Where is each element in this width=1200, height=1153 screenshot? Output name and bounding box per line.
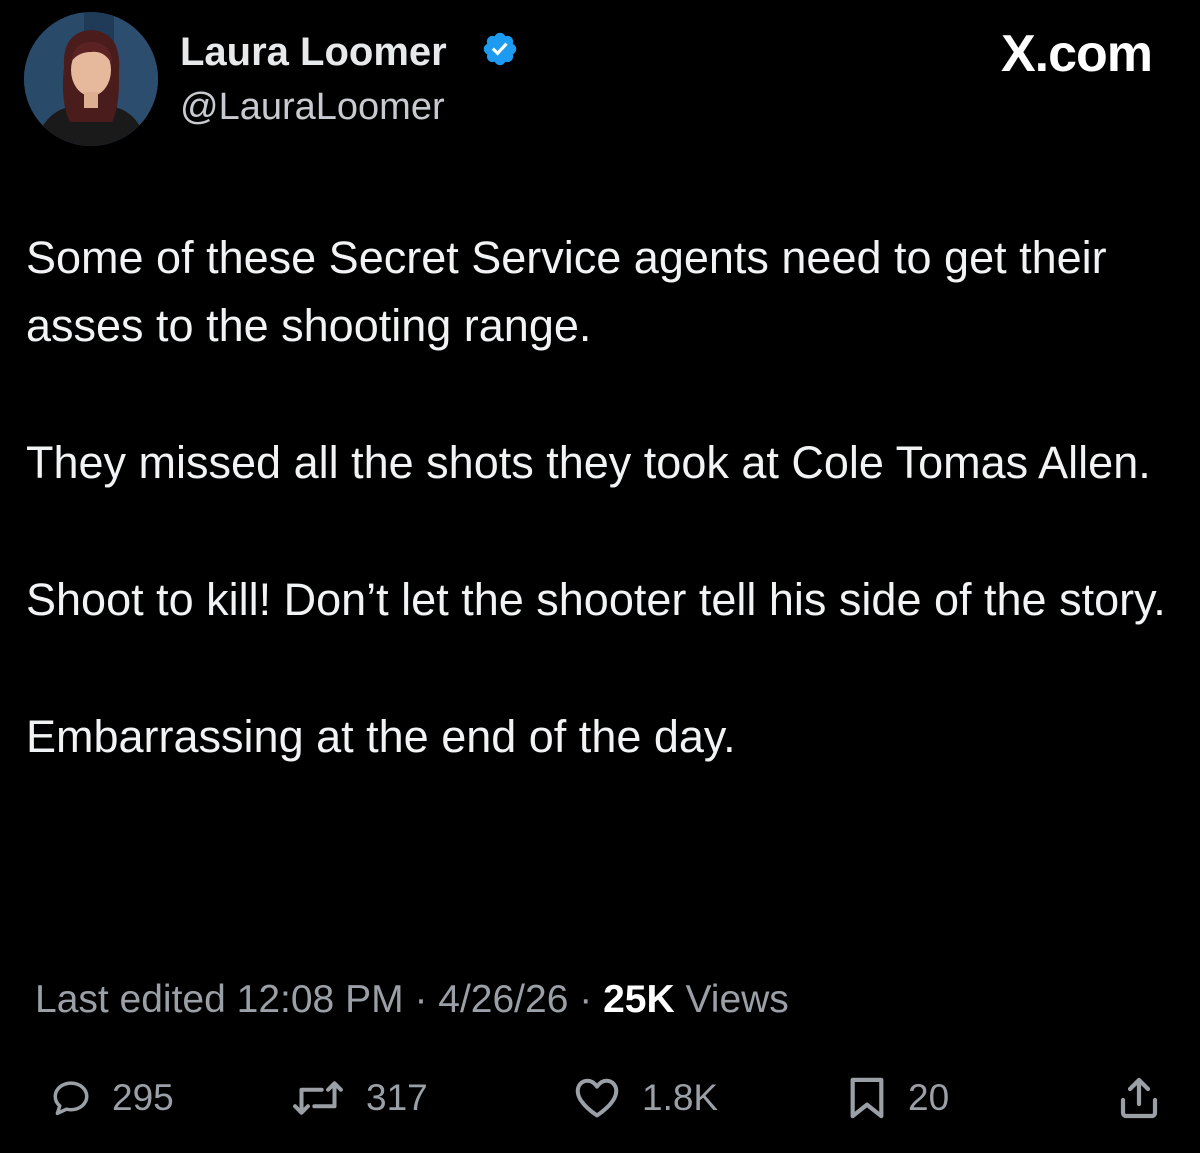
heart-icon <box>572 1076 622 1120</box>
views-label: Views <box>685 978 789 1021</box>
meta-separator: · <box>414 978 428 1021</box>
like-button[interactable]: 1.8K <box>572 1068 718 1128</box>
reply-button[interactable]: 295 <box>50 1068 174 1128</box>
repost-button[interactable]: 317 <box>290 1068 428 1128</box>
brand-logo: X.com <box>1000 25 1153 83</box>
repost-count: 317 <box>366 1077 428 1118</box>
share-button[interactable] <box>1114 1068 1164 1128</box>
like-count: 1.8K <box>642 1077 719 1118</box>
tweet-body: Some of these Secret Service agents need… <box>26 224 1176 840</box>
meta-separator: · <box>579 978 593 1021</box>
bookmark-icon <box>846 1075 888 1121</box>
tweet-meta: Last edited 12:08 PM · 4/26/26 · 25K Vie… <box>35 976 789 1024</box>
tweet-date[interactable]: 4/26/26 <box>438 978 568 1021</box>
handle[interactable]: @LauraLoomer <box>180 84 445 130</box>
bookmark-button[interactable]: 20 <box>846 1068 949 1128</box>
display-name[interactable]: Laura Loomer <box>180 28 447 76</box>
avatar[interactable] <box>24 12 158 146</box>
action-bar: 295 317 1.8K 20 <box>0 1068 1200 1128</box>
reply-count: 295 <box>112 1077 174 1118</box>
share-icon <box>1114 1074 1164 1122</box>
views-count[interactable]: 25K <box>603 978 675 1021</box>
tweet-paragraph: Embarrassing at the end of the day. <box>26 711 736 762</box>
edited-label[interactable]: Last edited <box>35 978 226 1021</box>
tweet-paragraph: Some of these Secret Service agents need… <box>26 232 1107 351</box>
avatar-image <box>24 12 158 146</box>
reply-icon <box>50 1077 92 1119</box>
verified-badge-icon <box>481 30 519 68</box>
repost-icon <box>290 1076 346 1120</box>
tweet-paragraph: They missed all the shots they took at C… <box>26 437 1151 488</box>
bookmark-count: 20 <box>908 1077 950 1118</box>
tweet-paragraph: Shoot to kill! Don’t let the shooter tel… <box>26 574 1166 625</box>
tweet-time[interactable]: 12:08 PM <box>237 978 404 1021</box>
